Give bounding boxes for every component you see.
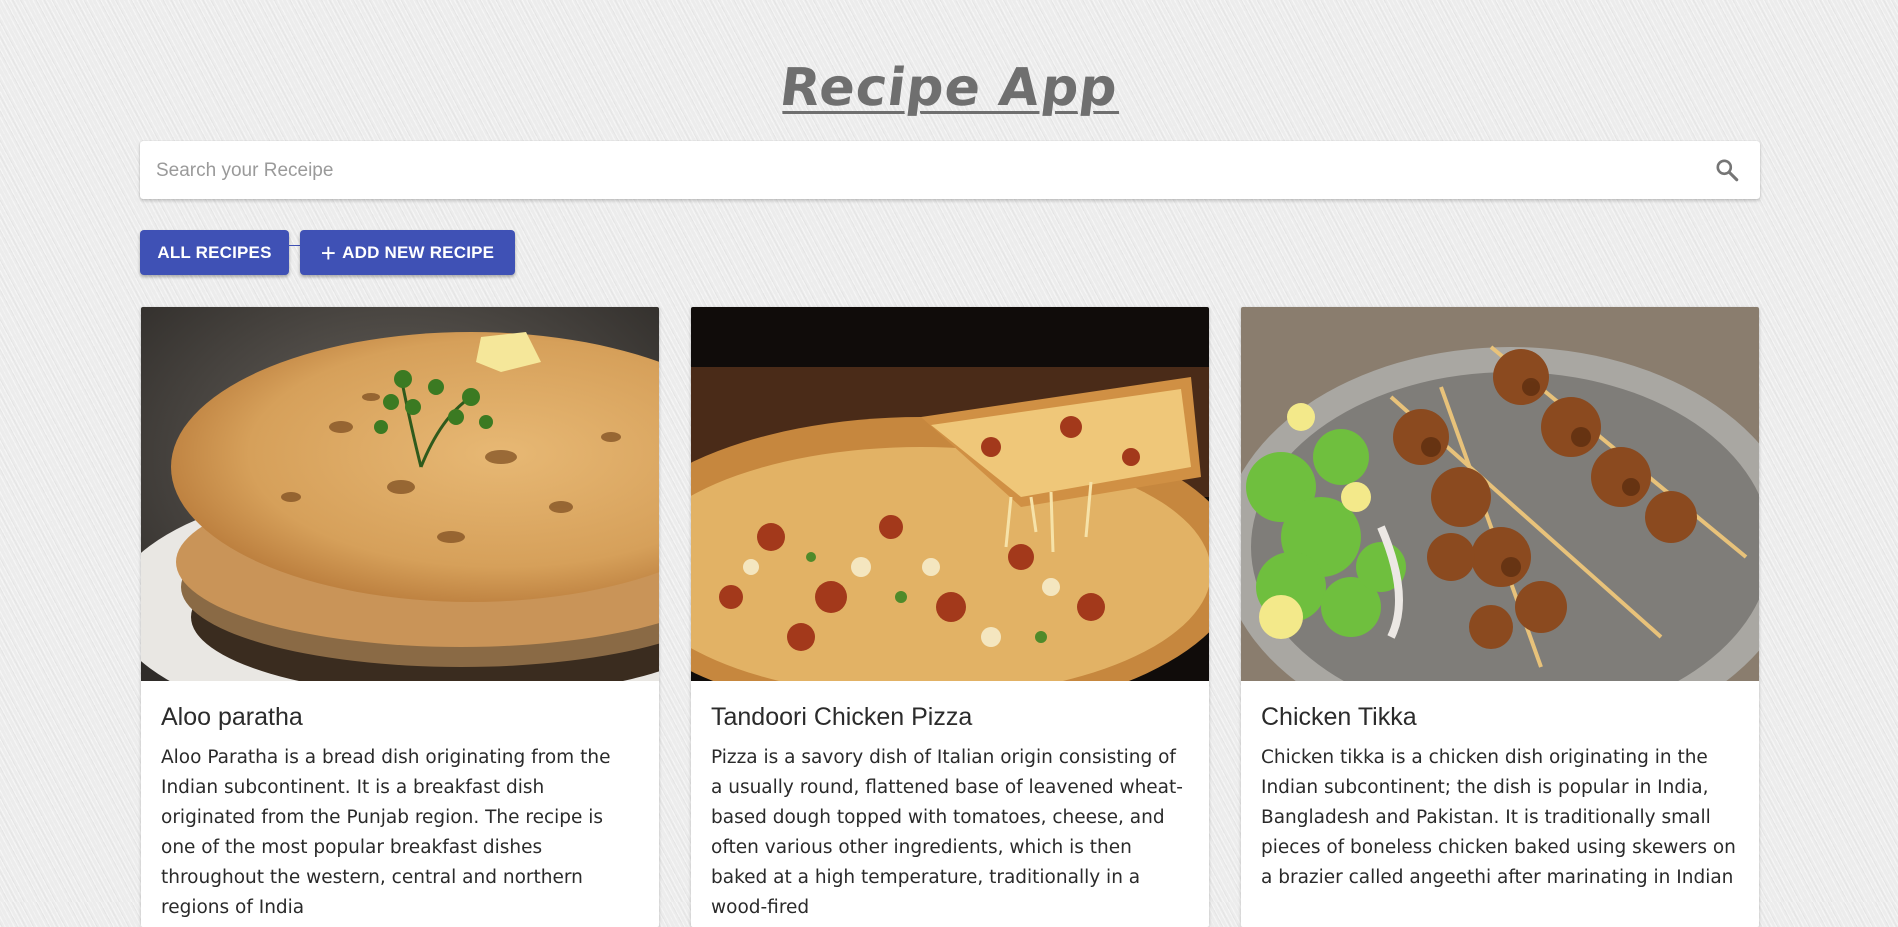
all-recipes-button[interactable]: ALL RECIPES — [140, 230, 289, 275]
recipe-title[interactable]: Chicken Tikka — [1261, 703, 1417, 732]
recipe-card[interactable]: Aloo paratha Aloo Paratha is a bread dis… — [141, 307, 659, 927]
plus-icon: + — [320, 237, 337, 268]
search-bar — [140, 141, 1760, 201]
recipe-image-tandoori-chicken-pizza — [691, 307, 1209, 681]
button-divider — [289, 245, 300, 246]
add-new-recipe-button[interactable]: + ADD NEW RECIPE — [300, 230, 515, 275]
search-icon[interactable] — [1714, 157, 1740, 183]
add-new-recipe-label: ADD NEW RECIPE — [342, 242, 495, 262]
app-title: Recipe App — [778, 58, 1120, 118]
all-recipes-label: ALL RECIPES — [157, 242, 272, 262]
recipe-title[interactable]: Tandoori Chicken Pizza — [711, 703, 972, 732]
recipe-title[interactable]: Aloo paratha — [161, 703, 303, 732]
recipe-description: Aloo Paratha is a bread dish originating… — [161, 747, 611, 918]
recipe-description: Pizza is a savory dish of Italian origin… — [711, 747, 1183, 918]
recipe-card[interactable]: Chicken Tikka Chicken tikka is a chicken… — [1241, 307, 1759, 927]
recipe-image-aloo-paratha — [141, 307, 659, 681]
recipe-description: Chicken tikka is a chicken dish originat… — [1261, 747, 1736, 888]
recipe-card[interactable]: Tandoori Chicken Pizza Pizza is a savory… — [691, 307, 1209, 927]
search-input[interactable] — [154, 141, 1698, 201]
recipe-image-chicken-tikka — [1241, 307, 1759, 681]
